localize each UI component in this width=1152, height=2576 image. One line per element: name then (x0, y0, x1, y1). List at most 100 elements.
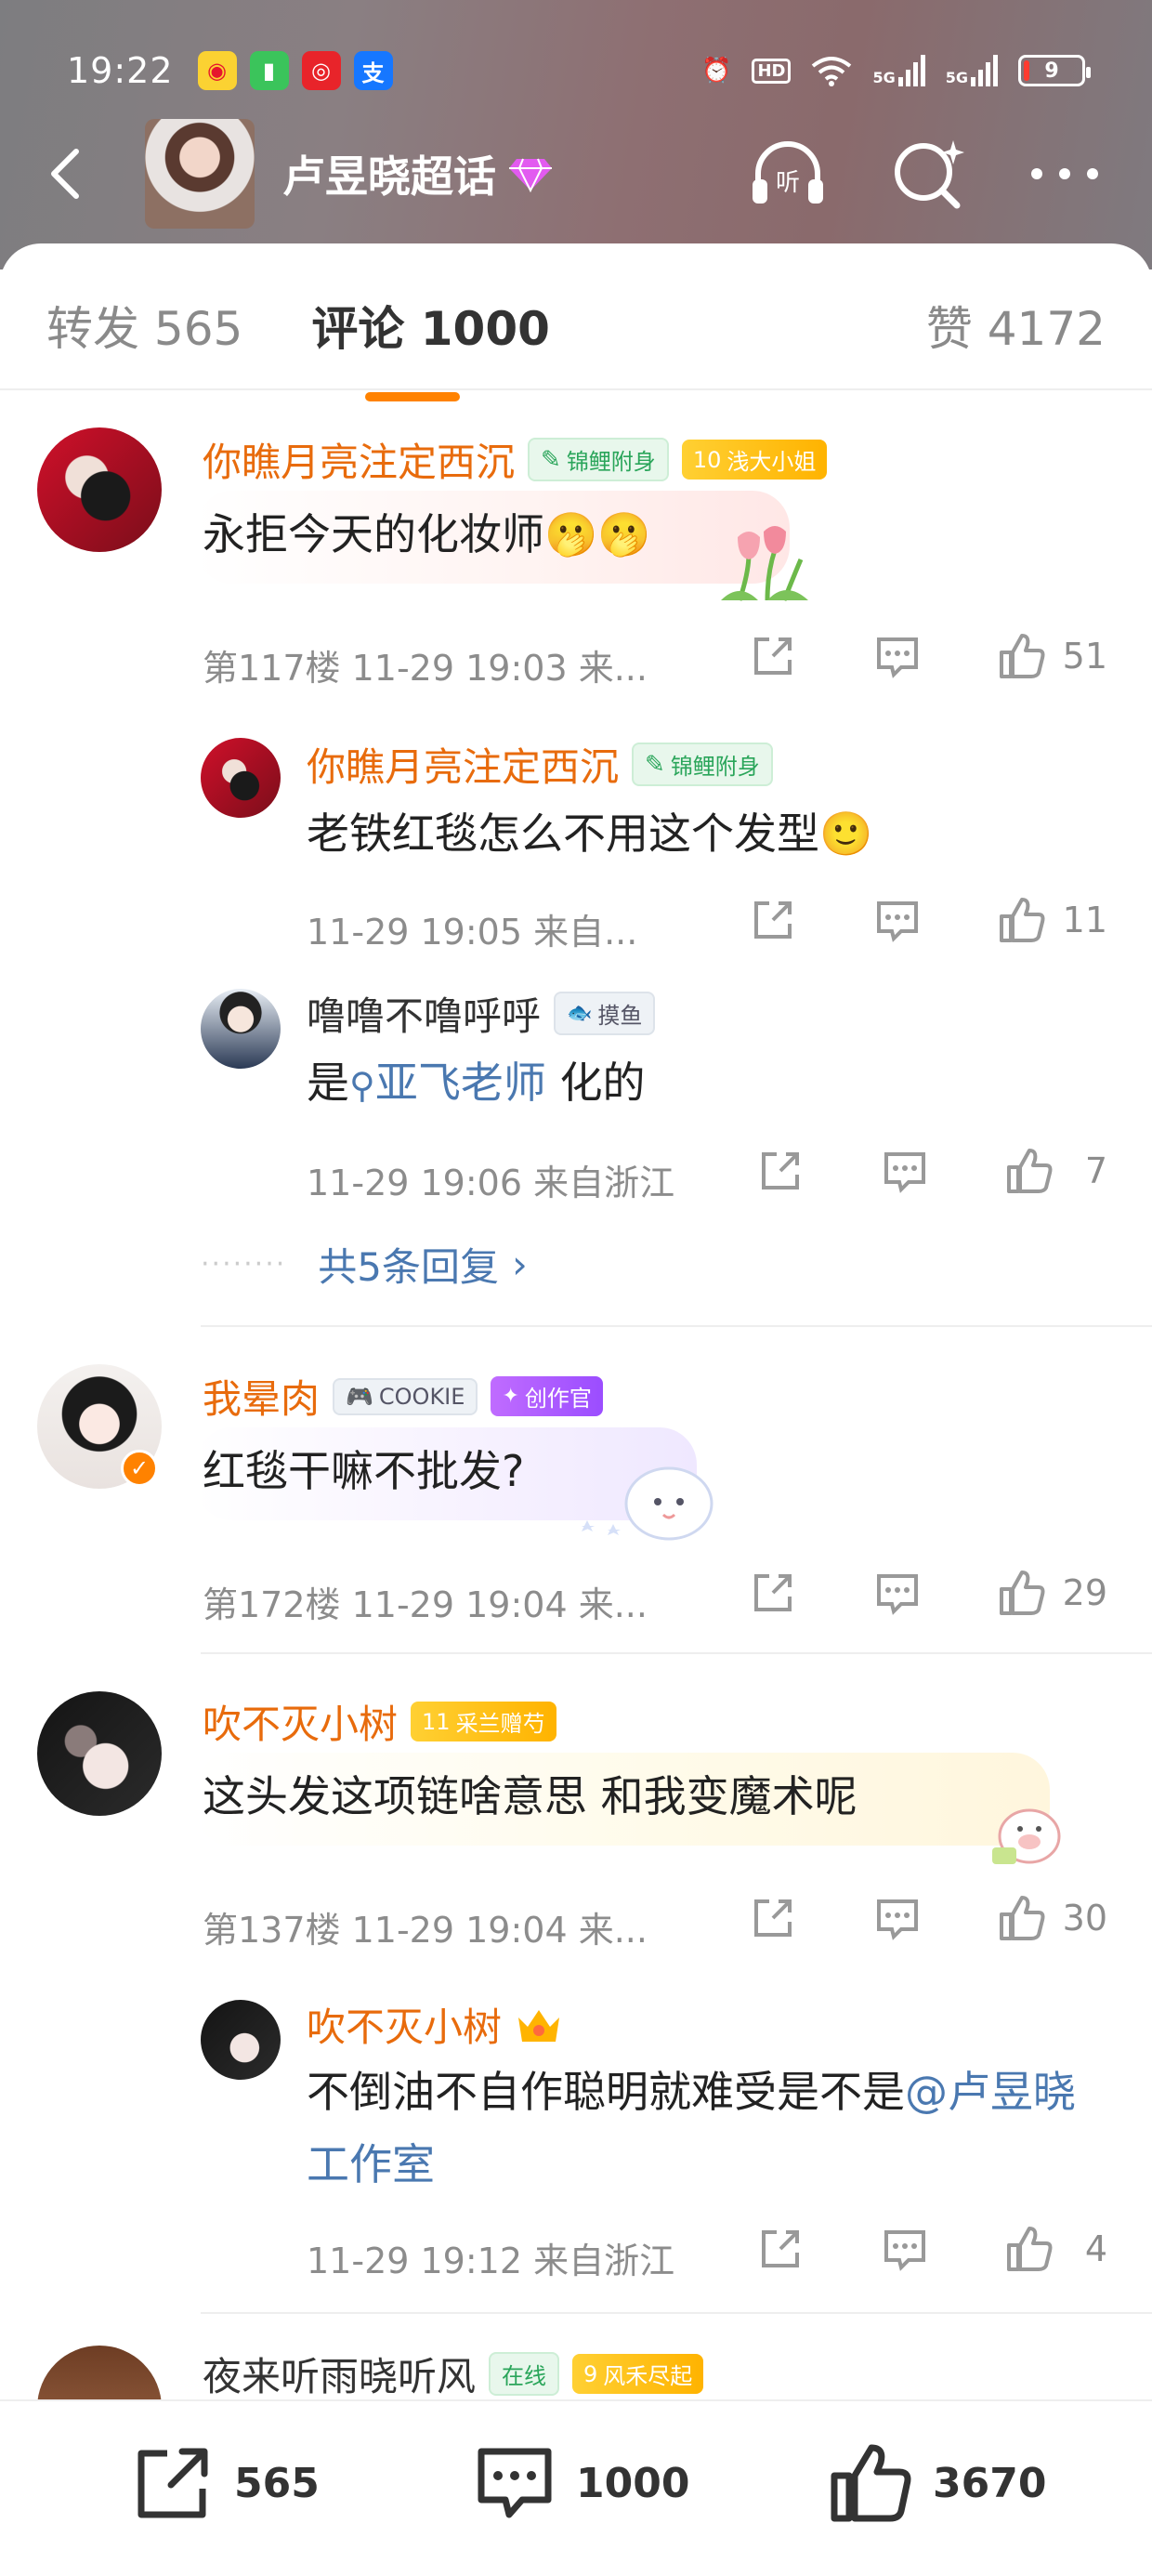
reply-avatar[interactable] (201, 2000, 281, 2080)
reply-icon[interactable] (873, 896, 922, 944)
like-icon[interactable] (998, 632, 1046, 680)
share-icon[interactable] (756, 1147, 805, 1195)
badge-fan-level-number: 10 (692, 446, 722, 473)
comment-count: 1000 (576, 2459, 690, 2507)
share-icon[interactable] (756, 2225, 805, 2273)
pig-decoration-icon (992, 1808, 1061, 1864)
comment-meta: 第172楼 11-29 19:04 来... (203, 1584, 648, 1625)
username[interactable]: 夜来听雨晓听风 (203, 2346, 476, 2402)
reply-meta: 11-29 19:12 来自浙江 (307, 2241, 675, 2281)
reply-avatar[interactable] (201, 738, 281, 818)
like-icon[interactable] (1005, 1147, 1054, 1195)
alipay-app-icon: 支 (353, 51, 393, 90)
comment-divider (201, 2312, 1152, 2314)
shopping-app-icon: ◎ (301, 51, 341, 90)
comment-text: 这头发这项链啥意思 和我变魔术呢 (203, 1771, 857, 1821)
crown-icon (518, 2009, 560, 2042)
like-icon[interactable] (1005, 2225, 1054, 2273)
reply-username[interactable]: 吹不灭小树 (307, 1996, 502, 2053)
username[interactable]: 吹不灭小树 (203, 1693, 398, 1750)
svg-text:听: 听 (776, 169, 800, 197)
online-badge: 在线 (489, 2352, 560, 2396)
comment-actions: 29 (749, 1569, 1107, 1617)
reply-text-suffix: 化的 (545, 1058, 646, 1108)
reply-text-prefix: 是 (307, 1058, 349, 1108)
more-replies-link[interactable]: ········ 共5条回复 › (201, 1236, 528, 1293)
reply-icon[interactable] (873, 1569, 922, 1617)
badge-koi-label: 锦鲤附身 (670, 754, 760, 780)
active-tab-indicator (365, 392, 461, 401)
badge-fish[interactable]: 🐟 摸鱼 (554, 992, 656, 1035)
diamond-icon (509, 158, 552, 192)
tulip-decoration-icon (721, 526, 808, 601)
system-indicators: ⏰ HD 5G 5G 9 (701, 55, 1091, 86)
back-arrow-icon[interactable] (39, 146, 95, 202)
reply-icon[interactable] (873, 1894, 922, 1942)
like-count: 7 (1084, 1150, 1107, 1191)
badge-cookie[interactable]: 🎮 COOKIE (333, 1377, 478, 1415)
share-icon[interactable] (749, 632, 797, 680)
verified-badge-icon: ✓ (121, 1450, 158, 1487)
topic-avatar[interactable] (145, 119, 255, 229)
battery-level: 9 (1044, 59, 1059, 83)
share-icon[interactable] (749, 1569, 797, 1617)
badge-koi[interactable]: ✎ 锦鲤附身 (528, 438, 669, 481)
reply-username[interactable]: 噜噜不噜呼呼 (307, 985, 541, 1042)
badge-fan-level[interactable]: 11 采兰赠芍 (411, 1702, 556, 1741)
reply-actions: 7 (756, 1147, 1107, 1195)
comment-text: 永拒今天的化妆师🫢🫢 (203, 509, 651, 559)
tab-likes-count: 4172 (987, 302, 1106, 356)
tab-reposts-count: 565 (153, 302, 243, 356)
tab-comments[interactable]: 评论 1000 (311, 292, 550, 401)
weibo-app-icon: ◉ (197, 51, 237, 90)
like-icon[interactable] (998, 1569, 1046, 1617)
bottom-action-bar: 565 1000 3670 (0, 2399, 1152, 2576)
badge-fan-level-label: 风禾尽起 (603, 2363, 693, 2389)
badge-fan-level-number: 11 (422, 1708, 451, 1735)
topic-title[interactable]: 卢昱晓超话 (282, 143, 496, 204)
tabs-divider (0, 388, 1152, 390)
reply-icon[interactable] (881, 1147, 929, 1195)
like-count: 4 (1084, 2228, 1107, 2269)
comment-actions: 51 (749, 632, 1107, 680)
tab-comments-label: 评论 (311, 302, 405, 356)
dotted-line: ········ (201, 1248, 287, 1281)
avatar[interactable] (37, 1691, 162, 1816)
reply-header: 你瞧月亮注定西沉 ✎ 锦鲤附身 (307, 736, 773, 793)
tab-likes[interactable]: 赞 4172 (926, 292, 1106, 359)
username[interactable]: 我晕肉 (203, 1368, 320, 1425)
search-icon: ⚲ (349, 1065, 375, 1106)
comment-divider (201, 1325, 1152, 1327)
badge-fish-label: 摸鱼 (597, 1003, 643, 1029)
cellular-signal-icon-2: 5G (946, 55, 998, 86)
battery-app-icon: ▮ (249, 51, 289, 90)
badge-creator[interactable]: ✦ 创作官 (491, 1376, 603, 1416)
chevron-right-icon: › (512, 1242, 528, 1287)
share-icon[interactable] (749, 1894, 797, 1942)
badge-fan-level[interactable]: 9 风禾尽起 (572, 2354, 704, 2394)
reply-username[interactable]: 你瞧月亮注定西沉 (307, 736, 619, 793)
avatar[interactable] (37, 427, 162, 552)
search-link[interactable]: ⚲亚飞老师 (349, 1058, 546, 1108)
more-icon[interactable] (1028, 164, 1102, 183)
like-icon[interactable] (998, 896, 1046, 944)
repost-button[interactable]: 565 (130, 2440, 320, 2526)
reply-icon[interactable] (873, 632, 922, 680)
like-icon[interactable] (998, 1894, 1046, 1942)
search-link-label: 亚飞老师 (374, 1058, 546, 1108)
like-button[interactable]: 3670 (829, 2440, 1046, 2526)
like-count: 3670 (933, 2459, 1047, 2507)
username[interactable]: 你瞧月亮注定西沉 (203, 431, 515, 488)
listen-icon[interactable]: 听 (745, 131, 831, 217)
share-icon[interactable] (749, 896, 797, 944)
comment-header: 你瞧月亮注定西沉 ✎ 锦鲤附身 10 浅大小姐 (203, 431, 828, 488)
reply-actions: 4 (756, 2225, 1107, 2273)
badge-koi[interactable]: ✎ 锦鲤附身 (632, 743, 773, 786)
reply-avatar[interactable] (201, 989, 281, 1069)
search-icon[interactable] (886, 131, 972, 217)
reply-icon[interactable] (881, 2225, 929, 2273)
tab-reposts[interactable]: 转发 565 (46, 292, 242, 359)
comment-header: 我晕肉 🎮 COOKIE ✦ 创作官 (203, 1368, 603, 1425)
badge-fan-level[interactable]: 10 浅大小姐 (681, 440, 828, 480)
comment-button[interactable]: 1000 (472, 2440, 689, 2526)
